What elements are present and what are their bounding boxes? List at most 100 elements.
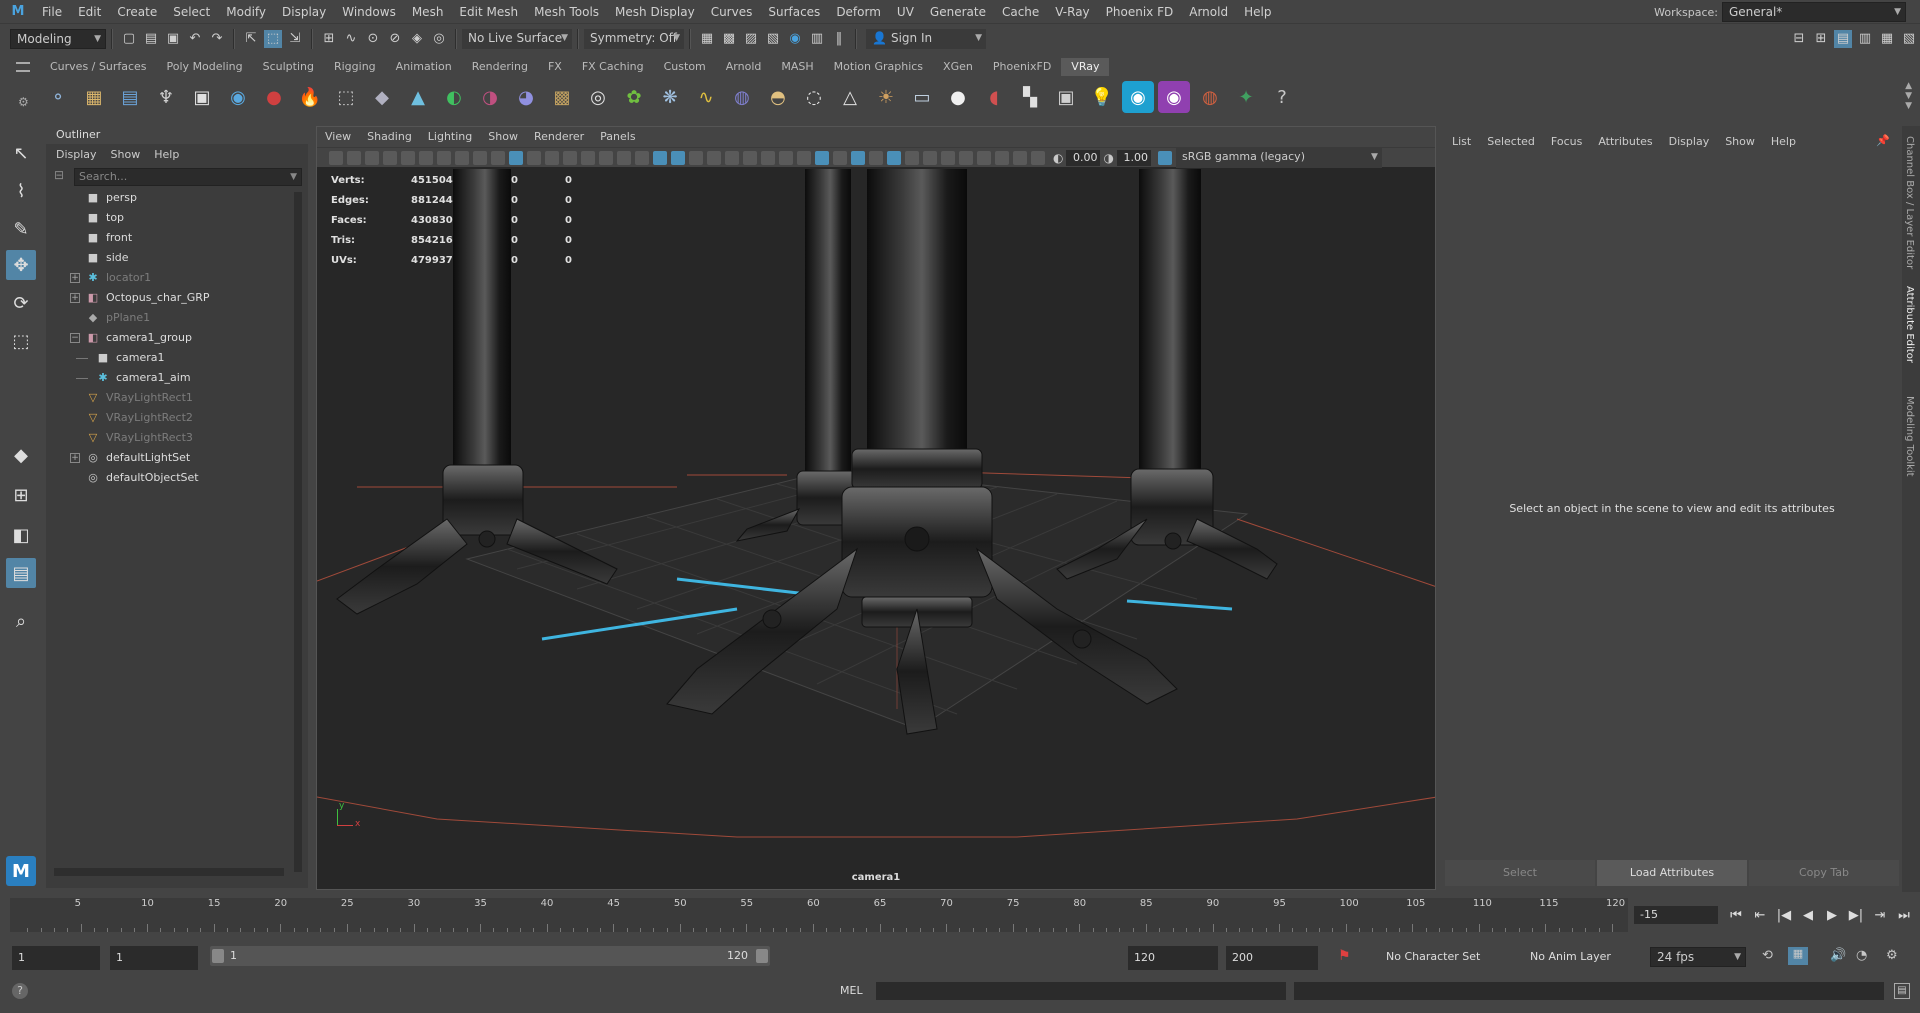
render-settings-icon[interactable]: ▧ (764, 30, 782, 48)
attr-menu-focus[interactable]: Focus (1551, 135, 1582, 148)
range-handle-right[interactable] (756, 949, 768, 963)
viewport-panel[interactable]: View Shading Lighting Show Renderer Panels ◐ … (316, 126, 1436, 890)
outliner-item[interactable]: ◎ defaultObjectSet (46, 468, 286, 488)
shelf-tab-xgen[interactable]: XGen (933, 58, 983, 76)
shelf-tool-9-icon[interactable]: ⬚ (330, 81, 362, 113)
lasso-tool-icon[interactable]: ⌇ (6, 176, 36, 206)
outliner-item[interactable]: + ✱ locator1 (46, 268, 286, 288)
shelf-tool-29-icon[interactable]: ▣ (1050, 81, 1082, 113)
viewport-tool-33-icon[interactable] (905, 150, 919, 165)
shelf-tab-custom[interactable]: Custom (654, 58, 716, 76)
menu-mesh-display[interactable]: Mesh Display (607, 0, 703, 24)
expand-toggle-icon[interactable]: − (70, 333, 80, 343)
two-view-icon[interactable]: ◧ (6, 520, 36, 550)
outliner-menu-show[interactable]: Show (111, 148, 141, 161)
shelf-tool-25-icon[interactable]: ▭ (906, 81, 938, 113)
animation-end-field[interactable]: 200 (1226, 946, 1318, 970)
viewport-tool-26-icon[interactable] (779, 150, 793, 165)
load-attributes-button[interactable]: Load Attributes (1597, 860, 1747, 886)
select-tool-icon[interactable]: ↖ (6, 138, 36, 168)
shelf-tool-21-icon[interactable]: ◓ (762, 81, 794, 113)
outliner-horizontal-scrollbar[interactable] (54, 868, 284, 876)
attr-menu-help[interactable]: Help (1771, 135, 1796, 148)
viewport-tool-24-icon[interactable] (743, 150, 757, 165)
viewport-tool-3-icon[interactable] (365, 150, 379, 165)
attr-menu-selected[interactable]: Selected (1487, 135, 1535, 148)
vray-ipr-icon[interactable]: ▥ (808, 30, 826, 48)
shelf-tool-24-icon[interactable]: ☀ (870, 81, 902, 113)
viewport-tool-36-icon[interactable] (959, 150, 973, 165)
render-history-icon[interactable]: ▦ (698, 30, 716, 48)
viewport-menu-show[interactable]: Show (480, 127, 526, 147)
menu-create[interactable]: Create (109, 0, 165, 24)
time-slider[interactable]: 5 10 15 20 25 30 35 40 45 50 55 60 65 70 75 80 85 90 95 100… (10, 898, 1628, 932)
animation-start-field[interactable]: 1 (110, 946, 198, 970)
expand-toggle-icon[interactable]: + (70, 293, 80, 303)
loop-icon[interactable]: ⟲ (1762, 948, 1773, 963)
shelf-tool-2-icon[interactable]: ▦ (78, 81, 110, 113)
viewport-tool-7-icon[interactable] (437, 150, 451, 165)
shelf-tab-vray[interactable]: VRay (1061, 58, 1110, 76)
viewport-tool-15-icon[interactable] (581, 150, 595, 165)
rotate-tool-icon[interactable]: ⟳ (6, 288, 36, 318)
shelf-tool-3-icon[interactable]: ▤ (114, 81, 146, 113)
viewport-tool-16-icon[interactable] (599, 150, 613, 165)
go-to-end-icon[interactable]: ⏭ (1892, 908, 1916, 923)
shelf-tab-curves-surfaces[interactable]: Curves / Surfaces (40, 58, 157, 76)
shelf-tool-31-icon[interactable]: ◉ (1122, 81, 1154, 113)
shelf-tool-11-icon[interactable]: ▲ (402, 81, 434, 113)
shelf-tool-16-icon[interactable]: ◎ (582, 81, 614, 113)
shelf-scroll-icon[interactable]: ▲ ▼ ▼ (1905, 81, 1912, 111)
outliner-item[interactable]: ■ side (46, 248, 286, 268)
sign-in-button[interactable]: 👤 Sign In (866, 29, 986, 49)
menu-edit-mesh[interactable]: Edit Mesh (451, 0, 526, 24)
select-object-icon[interactable]: ⬚ (264, 30, 282, 48)
viewport-tool-30-icon[interactable] (851, 150, 865, 165)
attr-menu-attributes[interactable]: Attributes (1598, 135, 1652, 148)
anim-layer-dropdown[interactable]: No Anim Layer (1524, 946, 1634, 968)
layer-editor-icon[interactable]: ▧ (1900, 30, 1918, 48)
outliner-item[interactable]: ▽ VRayLightRect2 (46, 408, 286, 428)
shelf-tool-1-icon[interactable]: ⚬ (42, 81, 74, 113)
side-tab-channel-box-layer-editor[interactable]: Channel Box / Layer Editor (1904, 136, 1915, 269)
viewport-tool-4-icon[interactable] (383, 150, 397, 165)
auto-key-icon[interactable]: ⚑ (1338, 948, 1351, 964)
pause-icon[interactable]: ‖ (830, 30, 848, 48)
menu-select[interactable]: Select (165, 0, 218, 24)
snap-grid-icon[interactable]: ⊞ (320, 30, 338, 48)
viewport-tool-28-icon[interactable] (815, 150, 829, 165)
range-handle-left[interactable] (212, 949, 224, 963)
color-space-dropdown[interactable]: sRGB gamma (legacy) (1175, 147, 1382, 168)
menu-windows[interactable]: Windows (334, 0, 404, 24)
shelf-tool-6-icon[interactable]: ◉ (222, 81, 254, 113)
move-tool-icon[interactable]: ✥ (6, 250, 36, 280)
gamma-icon[interactable]: ◑ (1103, 151, 1113, 165)
cache-playback-icon[interactable]: ▦ (1788, 947, 1808, 965)
range-end-field[interactable]: 120 (1128, 946, 1218, 970)
viewport-tool-32-icon[interactable] (887, 150, 901, 165)
shelf-tool-13-icon[interactable]: ◑ (474, 81, 506, 113)
step-forward-key-icon[interactable]: ⇥ (1868, 908, 1892, 923)
search-options-icon[interactable]: ▼ (290, 169, 297, 185)
range-slider-bar[interactable]: 1 120 (210, 946, 770, 966)
play-forwards-icon[interactable]: ▶ (1820, 908, 1844, 923)
play-backwards-icon[interactable]: ◀ (1796, 908, 1820, 923)
viewport-tool-17-icon[interactable] (617, 150, 631, 165)
shelf-tab-mash[interactable]: MASH (771, 58, 823, 76)
shelf-tab-rendering[interactable]: Rendering (462, 58, 538, 76)
viewport-tool-12-icon[interactable] (527, 150, 541, 165)
viewport-tool-8-icon[interactable] (455, 150, 469, 165)
viewport-menu-shading[interactable]: Shading (359, 127, 420, 147)
go-to-start-icon[interactable]: ⏮ (1724, 908, 1748, 923)
viewport-tool-39-icon[interactable] (1013, 150, 1027, 165)
viewport-tool-2-icon[interactable] (347, 150, 361, 165)
menu-mesh-tools[interactable]: Mesh Tools (526, 0, 607, 24)
menu-help[interactable]: Help (1236, 0, 1279, 24)
copy-tab-button[interactable]: Copy Tab (1749, 860, 1899, 886)
menu-display[interactable]: Display (274, 0, 334, 24)
menu-phoenix-fd[interactable]: Phoenix FD (1098, 0, 1182, 24)
shelf-tab-poly-modeling[interactable]: Poly Modeling (157, 58, 253, 76)
viewport-menu-renderer[interactable]: Renderer (526, 127, 592, 147)
snap-view-icon[interactable]: ⊘ (386, 30, 404, 48)
command-input[interactable] (876, 982, 1286, 1000)
